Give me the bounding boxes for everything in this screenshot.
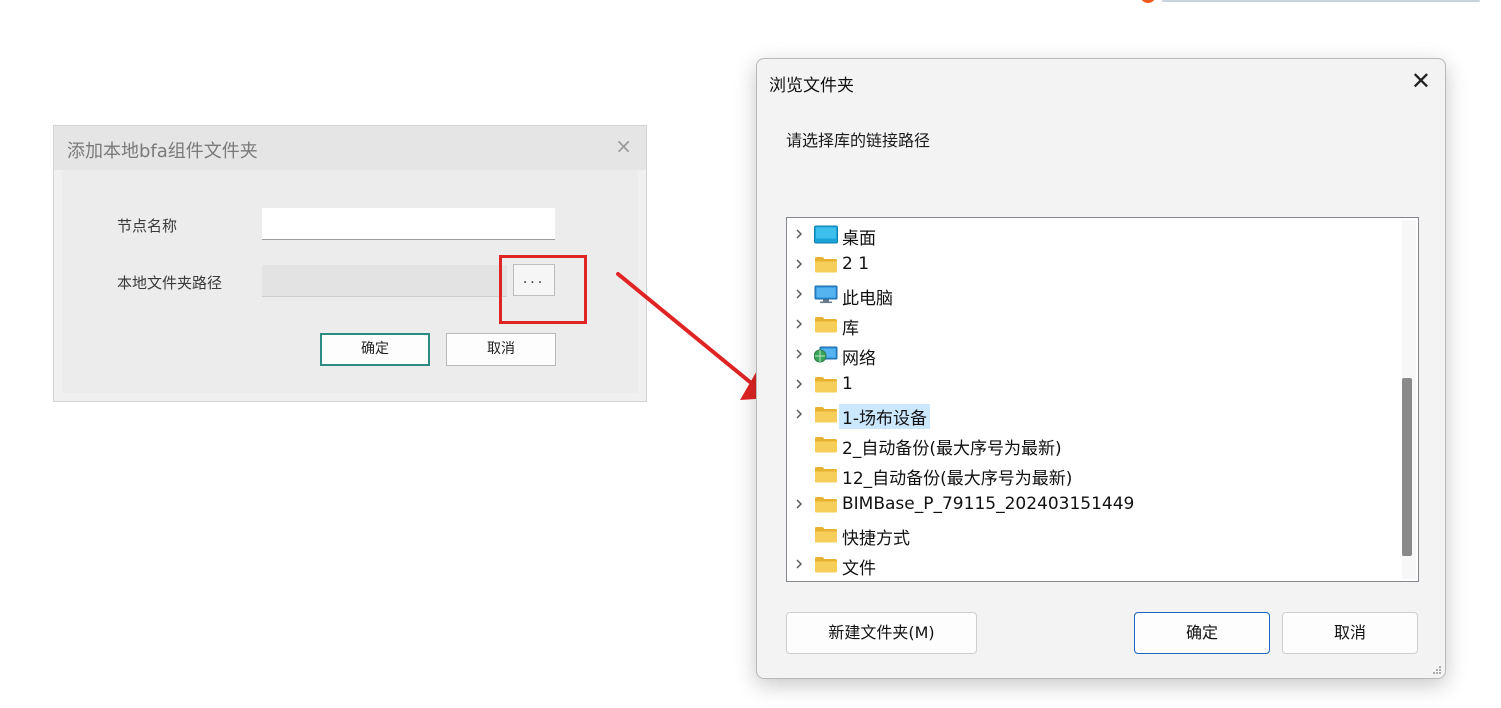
cancel-button[interactable]: 取消 (1282, 612, 1418, 654)
tree-item-label: 快捷方式 (842, 529, 910, 549)
tree-item[interactable]: 快捷方式 (787, 519, 1397, 549)
tree-item-label: 12_自动备份(最大序号为最新) (842, 469, 1073, 489)
tree-item[interactable]: 12_自动备份(最大序号为最新) (787, 459, 1397, 489)
add-local-folder-dialog: 添加本地bfa组件文件夹 × 节点名称 本地文件夹路径 ... 确定 取消 (53, 125, 647, 402)
tree-item-label: 此电脑 (842, 289, 893, 309)
tree-item-label: 库 (842, 319, 859, 339)
folder-icon (814, 495, 838, 514)
folder-icon (814, 255, 838, 274)
tree-item-label: BIMBase_P_79115_202403151449 (842, 494, 1135, 514)
chevron-right-icon[interactable] (792, 286, 806, 300)
folder-icon (814, 315, 838, 334)
tree-item[interactable]: 库 (787, 309, 1397, 339)
computer-icon (814, 285, 838, 304)
tree-item[interactable]: 2 1 (787, 249, 1397, 279)
tree-item-label: 2 1 (842, 254, 870, 274)
ok-button[interactable]: 确定 (320, 333, 430, 366)
dialog-prompt: 请选择库的链接路径 (786, 131, 931, 150)
tree-item-label: 网络 (842, 349, 876, 369)
top-divider (1162, 0, 1480, 2)
local-path-input[interactable] (262, 265, 507, 297)
chevron-right-icon[interactable] (792, 226, 806, 240)
folder-icon (814, 435, 838, 454)
top-decoration (1140, 0, 1480, 3)
tree-item[interactable]: 2_自动备份(最大序号为最新) (787, 429, 1397, 459)
tree-item[interactable]: 网络 (787, 339, 1397, 369)
tree-item[interactable]: 文件 (787, 549, 1397, 579)
folder-icon (814, 465, 838, 484)
highlight-box (499, 255, 587, 324)
dialog-title: 添加本地bfa组件文件夹 (67, 141, 258, 162)
chevron-right-icon[interactable] (792, 556, 806, 570)
tree-item[interactable]: 桌面 (787, 219, 1397, 249)
tree-item-label: 1-场布设备 (839, 404, 930, 429)
dialog-titlebar: 添加本地bfa组件文件夹 × (54, 126, 646, 170)
tree-item[interactable]: 此电脑 (787, 279, 1397, 309)
chevron-right-icon[interactable] (792, 316, 806, 330)
tree-item[interactable]: 1-场布设备 (787, 399, 1397, 429)
browse-folder-dialog: 浏览文件夹 ✕ 请选择库的链接路径 桌面 2 1 此电脑库网络 1 1-场布设备 2_自动… (756, 58, 1446, 679)
new-folder-button[interactable]: 新建文件夹(M) (786, 612, 977, 654)
ok-button[interactable]: 确定 (1134, 612, 1270, 654)
close-icon[interactable]: ✕ (1411, 67, 1431, 95)
chevron-right-icon[interactable] (792, 376, 806, 390)
tree-item[interactable]: BIMBase_P_79115_202403151449 (787, 489, 1397, 519)
folder-icon (814, 375, 838, 394)
chevron-right-icon[interactable] (792, 496, 806, 510)
tree-item-label: 桌面 (842, 229, 876, 249)
folder-icon (814, 525, 838, 544)
desktop-icon (814, 225, 838, 244)
tree-item-label: 文件 (842, 559, 876, 579)
cancel-button[interactable]: 取消 (446, 333, 556, 366)
network-icon (813, 345, 838, 364)
folder-icon (814, 555, 838, 574)
orange-accent-icon (1140, 0, 1156, 3)
dialog-title: 浏览文件夹 (769, 76, 854, 96)
tree-item-label: 1 (842, 374, 853, 394)
folder-tree[interactable]: 桌面 2 1 此电脑库网络 1 1-场布设备 2_自动备份(最大序号为最新) 12_自动备份… (786, 217, 1419, 582)
node-name-input[interactable] (262, 208, 555, 240)
tree-item[interactable]: 1 (787, 369, 1397, 399)
chevron-right-icon[interactable] (792, 346, 806, 360)
tree-item-label: 2_自动备份(最大序号为最新) (842, 439, 1062, 459)
chevron-right-icon[interactable] (792, 256, 806, 270)
node-name-label: 节点名称 (117, 217, 178, 235)
close-icon[interactable]: × (615, 134, 632, 158)
scrollbar-thumb[interactable] (1402, 378, 1412, 556)
folder-icon (814, 405, 838, 424)
chevron-right-icon[interactable] (792, 406, 806, 420)
resize-grip-icon[interactable] (1432, 665, 1442, 675)
local-path-label: 本地文件夹路径 (117, 274, 223, 292)
